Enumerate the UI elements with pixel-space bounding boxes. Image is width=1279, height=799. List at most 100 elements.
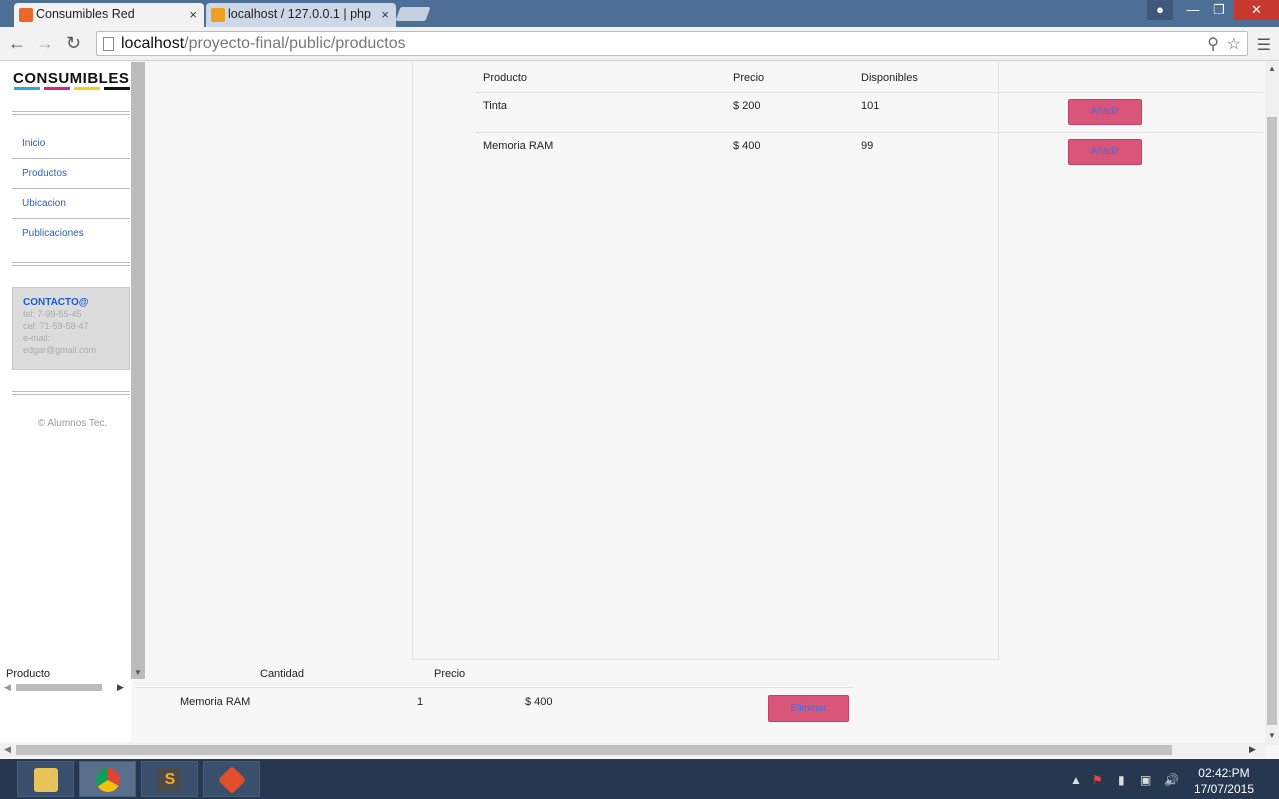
nav-link-inicio[interactable]: Inicio xyxy=(22,138,45,149)
scroll-thumb[interactable] xyxy=(1267,117,1277,725)
scroll-thumb[interactable] xyxy=(16,684,102,691)
sidebar-scrollbar[interactable] xyxy=(131,62,145,679)
sidebar: CONSUMIBLES Inicio Productos Ubicacion P… xyxy=(0,62,131,742)
add-to-cart-button[interactable]: Añadir xyxy=(1068,99,1142,125)
clock-time: 02:42:PM xyxy=(1198,766,1250,780)
product-price: $ 400 xyxy=(733,140,761,152)
windows-taskbar: S ▲ ⚑ ▮ ▣ 🔊 02:42:PM 17/07/2015 xyxy=(0,759,1279,799)
copyright-text: © Alumnos Tec. xyxy=(37,418,108,429)
col-header-disponibles: Disponibles xyxy=(861,72,918,84)
tab-consumibles-red[interactable]: Consumibles Red × xyxy=(14,3,204,27)
sublime-text-icon: S xyxy=(158,768,182,792)
divider xyxy=(12,262,130,263)
taskbar-file-explorer[interactable] xyxy=(17,761,74,797)
pma-favicon-icon xyxy=(211,8,225,22)
cart-col-header-cantidad: Cantidad xyxy=(260,668,305,680)
page-horizontal-scrollbar[interactable]: ◀ ▶ xyxy=(0,743,1265,757)
scroll-down-arrow-icon[interactable]: ▼ xyxy=(134,668,142,677)
reload-icon[interactable]: ↻ xyxy=(66,33,81,54)
divider xyxy=(12,188,130,189)
close-tab-icon[interactable]: × xyxy=(381,7,389,22)
new-tab-button[interactable] xyxy=(395,7,431,21)
scroll-left-arrow-icon[interactable]: ◀ xyxy=(4,682,11,693)
taskbar-git[interactable] xyxy=(203,761,260,797)
bookmark-star-icon[interactable]: ☆ xyxy=(1227,34,1241,54)
search-icon[interactable]: ⚲ xyxy=(1207,34,1219,54)
divider xyxy=(12,391,130,392)
action-center-flag-icon[interactable]: ⚑ xyxy=(1092,773,1103,787)
contact-phone: tel: 7-99-55-45 xyxy=(23,309,82,319)
divider xyxy=(12,265,130,266)
scroll-down-arrow-icon[interactable]: ▼ xyxy=(1268,731,1276,740)
divider xyxy=(12,218,130,219)
page-viewport: CONSUMIBLES Inicio Productos Ubicacion P… xyxy=(0,62,1279,757)
forward-icon[interactable]: → xyxy=(36,33,54,54)
chrome-menu-icon[interactable]: ☰ xyxy=(1257,35,1271,55)
battery-icon[interactable]: ▮ xyxy=(1118,773,1125,787)
tab-phpmyadmin[interactable]: localhost / 127.0.0.1 | php × xyxy=(206,3,396,27)
tab-title: Consumibles Red xyxy=(36,7,135,21)
cart-col-header-producto: Producto xyxy=(6,668,51,680)
close-tab-icon[interactable]: × xyxy=(189,7,197,22)
row-divider xyxy=(476,132,1263,133)
page-vertical-scrollbar[interactable]: ▲ ▼ xyxy=(1265,62,1279,745)
site-logo[interactable]: CONSUMIBLES xyxy=(13,70,129,87)
scroll-thumb[interactable] xyxy=(16,745,1172,755)
scroll-left-arrow-icon[interactable]: ◀ xyxy=(4,744,11,755)
minimize-icon[interactable]: — xyxy=(1180,0,1206,20)
nav-link-publicaciones[interactable]: Publicaciones xyxy=(22,228,84,239)
col-header-precio: Precio xyxy=(733,72,765,84)
user-profile-icon[interactable]: ● xyxy=(1147,0,1173,20)
contact-cell: cel: 71-59-58-47 xyxy=(23,321,89,331)
chrome-icon xyxy=(96,768,120,792)
back-icon[interactable]: ← xyxy=(8,33,26,54)
col-header-producto: Producto xyxy=(483,72,528,84)
cart-item-price: $ 400 xyxy=(525,696,553,708)
scroll-right-arrow-icon[interactable]: ▶ xyxy=(117,682,124,693)
contact-email-label: e-mail: xyxy=(23,333,51,343)
product-price: $ 200 xyxy=(733,100,761,112)
divider xyxy=(12,114,130,115)
cart-item-name: Memoria RAM xyxy=(180,696,251,708)
clock-date: 17/07/2015 xyxy=(1193,782,1254,796)
taskbar-sublime-text[interactable]: S xyxy=(141,761,198,797)
cart-col-header-precio: Precio xyxy=(434,668,466,680)
product-stock: 99 xyxy=(861,140,874,152)
system-clock[interactable]: 02:42:PM 17/07/2015 xyxy=(1194,765,1254,797)
contact-email: edgar@gmail.com xyxy=(23,345,97,355)
row-divider xyxy=(476,92,1263,93)
sidebar-horizontal-scrollbar[interactable]: ◀ ▶ xyxy=(0,682,131,692)
logo-color-stripes xyxy=(14,87,130,90)
add-to-cart-button[interactable]: Añadir xyxy=(1068,139,1142,165)
remove-from-cart-button[interactable]: Eliminar xyxy=(768,695,849,722)
close-window-icon[interactable]: ✕ xyxy=(1234,0,1279,20)
product-name: Tinta xyxy=(483,100,508,112)
restore-icon[interactable]: ❐ xyxy=(1206,0,1232,20)
show-hidden-icons-icon[interactable]: ▲ xyxy=(1070,773,1082,787)
folder-icon xyxy=(34,768,58,792)
taskbar-chrome[interactable] xyxy=(79,761,136,797)
cart-row-divider xyxy=(135,687,853,688)
nav-link-productos[interactable]: Productos xyxy=(22,168,67,179)
contact-title: CONTACTO@ xyxy=(23,297,89,308)
scroll-up-arrow-icon[interactable]: ▲ xyxy=(1268,64,1276,73)
contact-box: CONTACTO@ tel: 7-99-55-45 cel: 71-59-58-… xyxy=(12,287,130,370)
browser-tab-bar: Consumibles Red × localhost / 127.0.0.1 … xyxy=(0,0,1279,27)
cart-item-quantity: 1 xyxy=(417,696,424,708)
divider xyxy=(12,111,130,112)
git-icon xyxy=(217,765,247,795)
volume-icon[interactable]: 🔊 xyxy=(1164,773,1179,787)
browser-toolbar: ← → ↻ localhost/proyecto-final/public/pr… xyxy=(0,27,1279,61)
product-stock: 101 xyxy=(861,100,880,112)
url-text[interactable]: localhost/proyecto-final/public/producto… xyxy=(121,35,406,53)
divider xyxy=(12,394,130,395)
page-icon xyxy=(103,37,114,51)
product-name: Memoria RAM xyxy=(483,140,554,152)
address-bar[interactable]: localhost/proyecto-final/public/producto… xyxy=(96,31,1248,56)
tab-title: localhost / 127.0.0.1 | php xyxy=(228,7,371,21)
divider xyxy=(12,158,130,159)
nav-link-ubicacion[interactable]: Ubicacion xyxy=(22,198,66,209)
scroll-right-arrow-icon[interactable]: ▶ xyxy=(1249,744,1256,755)
network-icon[interactable]: ▣ xyxy=(1140,773,1151,787)
xampp-favicon-icon xyxy=(19,8,33,22)
